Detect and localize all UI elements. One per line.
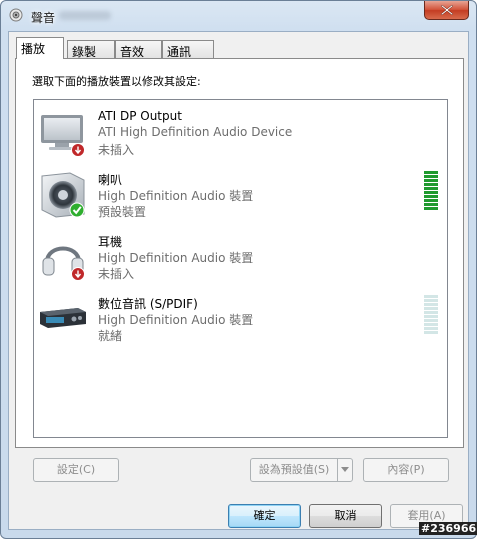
list-item-ati-dp-output[interactable]: ATI DP Output ATI High Definition Audio …	[34, 104, 447, 166]
cancel-button[interactable]: 取消	[309, 504, 382, 528]
list-item-speakers[interactable]: 喇叭 High Definition Audio 裝置 預設裝置	[34, 166, 447, 228]
device-status: 未插入	[98, 143, 135, 157]
window-title: 聲音	[31, 11, 56, 25]
close-icon	[441, 5, 453, 15]
chevron-down-icon	[341, 467, 349, 472]
monitor-icon	[41, 115, 85, 157]
list-item-spdif[interactable]: 數位音訊 (S/PDIF) High Definition Audio 裝置 就…	[34, 290, 447, 352]
sound-dialog-window: 聲音 播放 錄製 音效 通訊 選取下面的播放裝置以修改其設定: ATI DP O…	[0, 0, 477, 539]
device-description: High Definition Audio 裝置	[98, 189, 254, 203]
dialog-client-area: 播放 錄製 音效 通訊 選取下面的播放裝置以修改其設定: ATI DP Outp…	[8, 31, 469, 530]
device-name: 喇叭	[98, 173, 123, 187]
properties-button[interactable]: 內容(P)	[363, 458, 449, 482]
device-status: 就緒	[98, 329, 123, 343]
volume-level-meter	[424, 171, 438, 211]
instruction-text: 選取下面的播放裝置以修改其設定:	[32, 75, 201, 88]
headphones-icon	[42, 246, 85, 281]
watermark-text: #236966	[419, 522, 477, 535]
tab-label: 通訊	[167, 45, 192, 59]
close-button[interactable]	[424, 1, 469, 20]
device-status: 預設裝置	[98, 205, 147, 219]
device-description: High Definition Audio 裝置	[98, 313, 254, 327]
unplugged-badge-icon	[71, 143, 85, 157]
list-item-headphones[interactable]: 耳機 High Definition Audio 裝置 未插入	[34, 228, 447, 290]
tab-label: 播放	[21, 42, 46, 56]
speaker-icon	[41, 172, 85, 218]
tab-sounds[interactable]: 音效	[115, 40, 162, 59]
tab-recording[interactable]: 錄製	[67, 40, 115, 59]
tab-label: 音效	[120, 45, 145, 59]
sound-app-icon	[9, 8, 23, 22]
device-name: 數位音訊 (S/PDIF)	[98, 297, 198, 311]
device-status: 未插入	[98, 267, 135, 281]
set-default-button[interactable]: 設為預設值(S)	[250, 458, 338, 482]
set-default-dropdown-button[interactable]	[337, 458, 353, 482]
playback-tab-panel: 選取下面的播放裝置以修改其設定: ATI DP Output ATI High …	[15, 58, 464, 482]
unplugged-badge-icon	[71, 267, 85, 281]
ok-button[interactable]: 確定	[228, 504, 301, 528]
default-check-badge-icon	[69, 202, 85, 218]
device-description: High Definition Audio 裝置	[98, 251, 254, 265]
playback-device-list[interactable]: ATI DP Output ATI High Definition Audio …	[33, 99, 448, 438]
tab-communications[interactable]: 通訊	[162, 40, 214, 59]
configure-button[interactable]: 設定(C)	[33, 458, 119, 482]
blurred-title-region	[59, 11, 111, 20]
title-bar[interactable]: 聲音	[1, 1, 476, 31]
device-name: ATI DP Output	[98, 109, 182, 123]
volume-level-meter	[424, 295, 438, 335]
tab-label: 錄製	[72, 45, 97, 59]
tab-playback[interactable]: 播放	[16, 37, 64, 59]
digital-audio-device-icon	[40, 308, 86, 328]
device-name: 耳機	[98, 235, 123, 249]
device-description: ATI High Definition Audio Device	[98, 125, 293, 139]
